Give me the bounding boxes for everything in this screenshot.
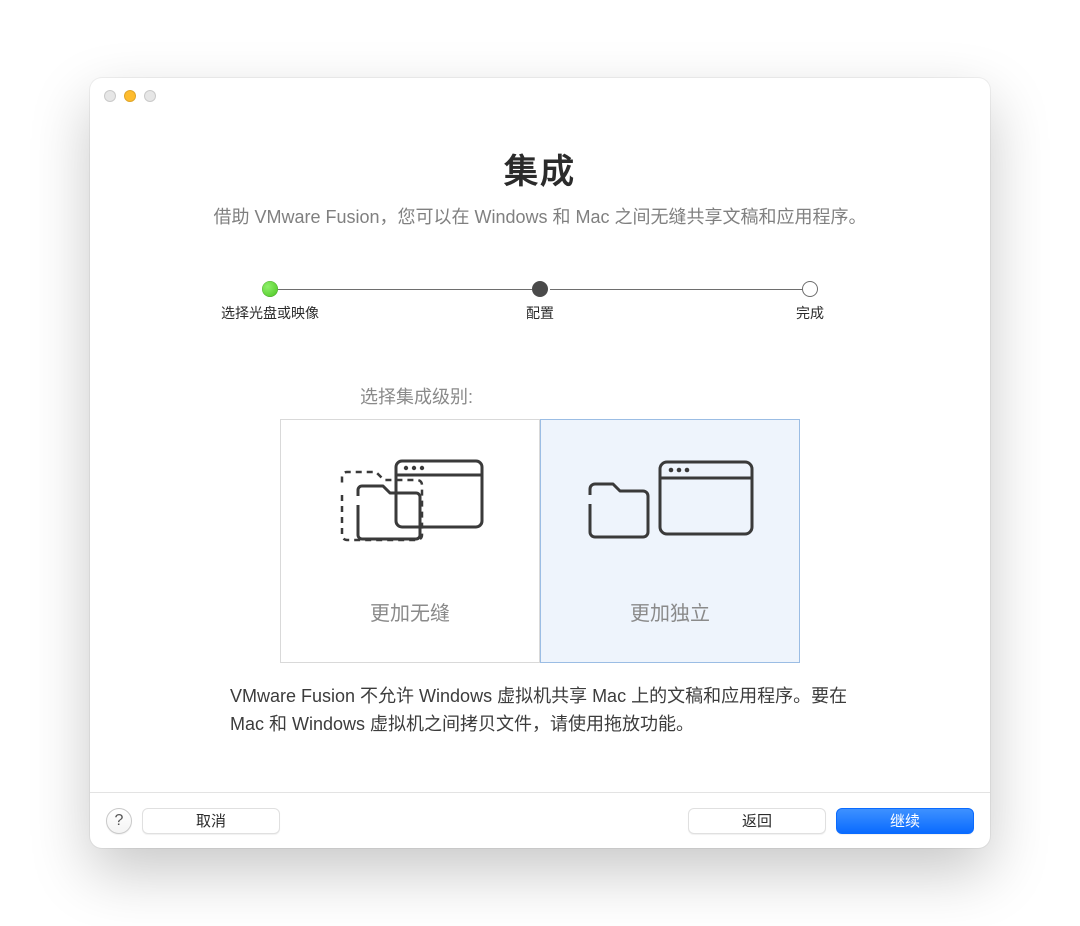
integration-option-isolated[interactable]: 更加独立: [540, 419, 800, 663]
dialog-footer: ? 取消 返回 继续: [90, 792, 990, 848]
titlebar: [90, 78, 990, 114]
choice-label: 更加无缝: [370, 597, 450, 626]
help-icon: ?: [115, 812, 124, 830]
step-line: [278, 289, 532, 290]
step-dot-done-icon: [262, 281, 278, 297]
isolated-illustration-icon: [582, 451, 758, 551]
page-subtitle: 借助 VMware Fusion，您可以在 Windows 和 Mac 之间无缝…: [160, 203, 920, 229]
step-dot-current-icon: [532, 281, 548, 297]
step-label: 完成: [796, 303, 824, 323]
back-button[interactable]: 返回: [688, 808, 826, 834]
window-zoom-button[interactable]: [144, 90, 156, 102]
integration-choice-group: 更加无缝 更加独立: [160, 419, 920, 663]
seamless-illustration-icon: [330, 451, 490, 551]
help-button[interactable]: ?: [106, 808, 132, 834]
choice-label: 更加独立: [630, 597, 710, 626]
dialog-window: 集成 借助 VMware Fusion，您可以在 Windows 和 Mac 之…: [90, 78, 990, 848]
wizard-stepper: 选择光盘或映像 配置 完成: [260, 281, 820, 329]
step-label: 选择光盘或映像: [221, 303, 319, 323]
step-label: 配置: [526, 303, 554, 323]
step-dot-todo-icon: [802, 281, 818, 297]
page-title: 集成: [160, 144, 920, 193]
window-minimize-button[interactable]: [124, 90, 136, 102]
continue-button[interactable]: 继续: [836, 808, 974, 834]
cancel-button[interactable]: 取消: [142, 808, 280, 834]
window-close-button[interactable]: [104, 90, 116, 102]
integration-description: VMware Fusion 不允许 Windows 虚拟机共享 Mac 上的文稿…: [230, 683, 850, 739]
integration-option-seamless[interactable]: 更加无缝: [280, 419, 540, 663]
content-area: 集成 借助 VMware Fusion，您可以在 Windows 和 Mac 之…: [90, 114, 990, 792]
section-label: 选择集成级别:: [360, 383, 920, 409]
step-line: [550, 289, 804, 290]
